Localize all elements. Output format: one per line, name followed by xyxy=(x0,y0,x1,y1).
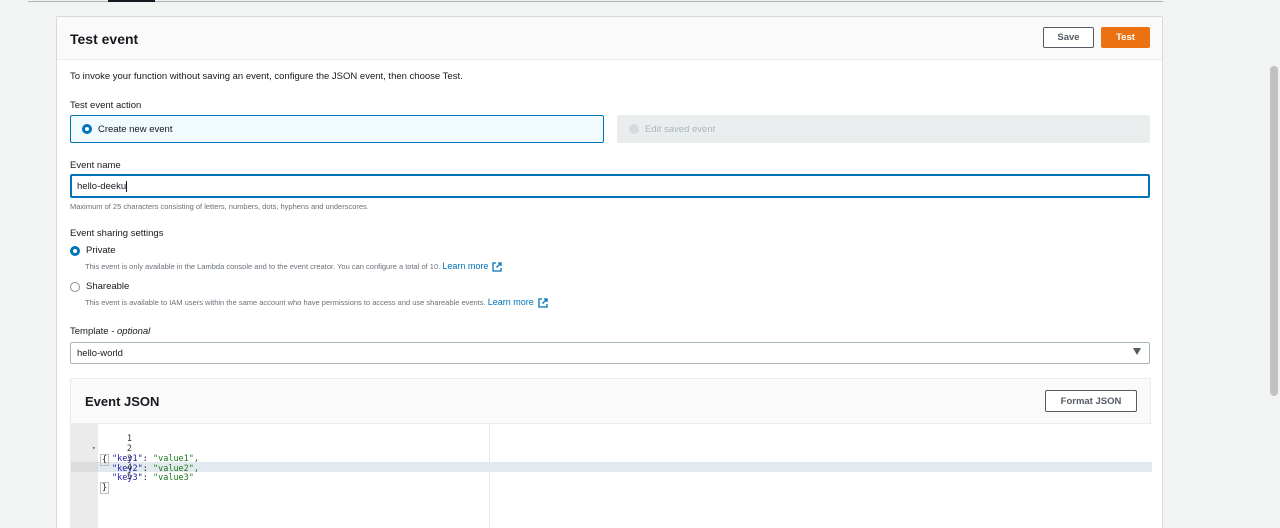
shareable-description: This event is available to IAM users wit… xyxy=(85,298,486,307)
event-sharing-label: Event sharing settings xyxy=(70,228,164,239)
edit-saved-event-label: Edit saved event xyxy=(645,123,716,135)
event-name-label: Event name xyxy=(70,160,121,171)
code-text: } xyxy=(100,482,110,494)
shareable-option[interactable]: Shareable xyxy=(70,281,129,292)
template-label-text: Template xyxy=(70,326,109,337)
code-line: 2 "key1": "value1", xyxy=(71,434,1152,464)
shareable-radio[interactable] xyxy=(70,281,80,292)
event-name-input[interactable]: hello-deeku xyxy=(70,174,1150,198)
format-json-button[interactable]: Format JSON xyxy=(1045,390,1137,412)
test-button[interactable]: Test xyxy=(1101,27,1150,48)
external-link-icon[interactable] xyxy=(492,262,503,272)
private-description: This event is only available in the Lamb… xyxy=(85,262,441,271)
template-value: hello-world xyxy=(77,348,123,359)
shareable-label: Shareable xyxy=(86,281,130,292)
test-event-action-label: Test event action xyxy=(70,100,142,111)
line-number: 5 xyxy=(126,472,132,482)
create-new-event-label: Create new event xyxy=(98,123,173,135)
create-new-event-tile[interactable]: Create new event xyxy=(70,115,604,143)
edit-saved-event-tile: Edit saved event xyxy=(617,115,1150,143)
template-optional-text: optional xyxy=(117,326,151,337)
code-line: 5 } xyxy=(71,462,1152,494)
test-event-panel: Test event Save Test To invoke your func… xyxy=(56,16,1163,528)
event-json-card: Event JSON Format JSON 1 ▾ { 2 "key1": "… xyxy=(70,378,1152,528)
external-link-icon[interactable] xyxy=(538,298,548,308)
json-code-editor[interactable]: 1 ▾ { 2 "key1": "value1", 3 "key2": "val… xyxy=(71,423,1152,528)
active-tab-indicator xyxy=(108,0,155,2)
top-tab-bar xyxy=(28,0,1163,2)
code-line: 1 ▾ { xyxy=(71,424,1152,466)
template-select[interactable]: hello-world xyxy=(70,342,1150,364)
private-description-row: This event is only available in the Lamb… xyxy=(85,261,503,272)
event-name-hint: Maximum of 25 characters consisting of l… xyxy=(70,202,369,211)
edit-saved-event-radio xyxy=(629,124,639,134)
private-radio[interactable] xyxy=(70,245,80,256)
json-value: "value3" xyxy=(152,473,194,483)
text-caret xyxy=(126,181,128,192)
private-learn-more-link[interactable]: Learn more xyxy=(442,261,488,271)
page-scrollbar-thumb[interactable] xyxy=(1270,66,1278,396)
template-label: Template - optional xyxy=(70,326,151,337)
event-json-title: Event JSON xyxy=(85,394,160,409)
create-new-event-radio[interactable] xyxy=(82,124,92,134)
private-label: Private xyxy=(86,245,116,256)
event-name-value: hello-deeku xyxy=(77,181,127,193)
private-option[interactable]: Private xyxy=(70,245,116,256)
intro-text: To invoke your function without saving a… xyxy=(70,71,463,82)
shareable-description-row: This event is available to IAM users wit… xyxy=(85,297,548,308)
panel-header: Test event Save Test xyxy=(57,17,1162,60)
shareable-learn-more-link[interactable]: Learn more xyxy=(488,297,534,307)
save-button[interactable]: Save xyxy=(1043,27,1094,48)
panel-title: Test event xyxy=(70,31,139,47)
caret-down-icon[interactable] xyxy=(1133,348,1141,355)
